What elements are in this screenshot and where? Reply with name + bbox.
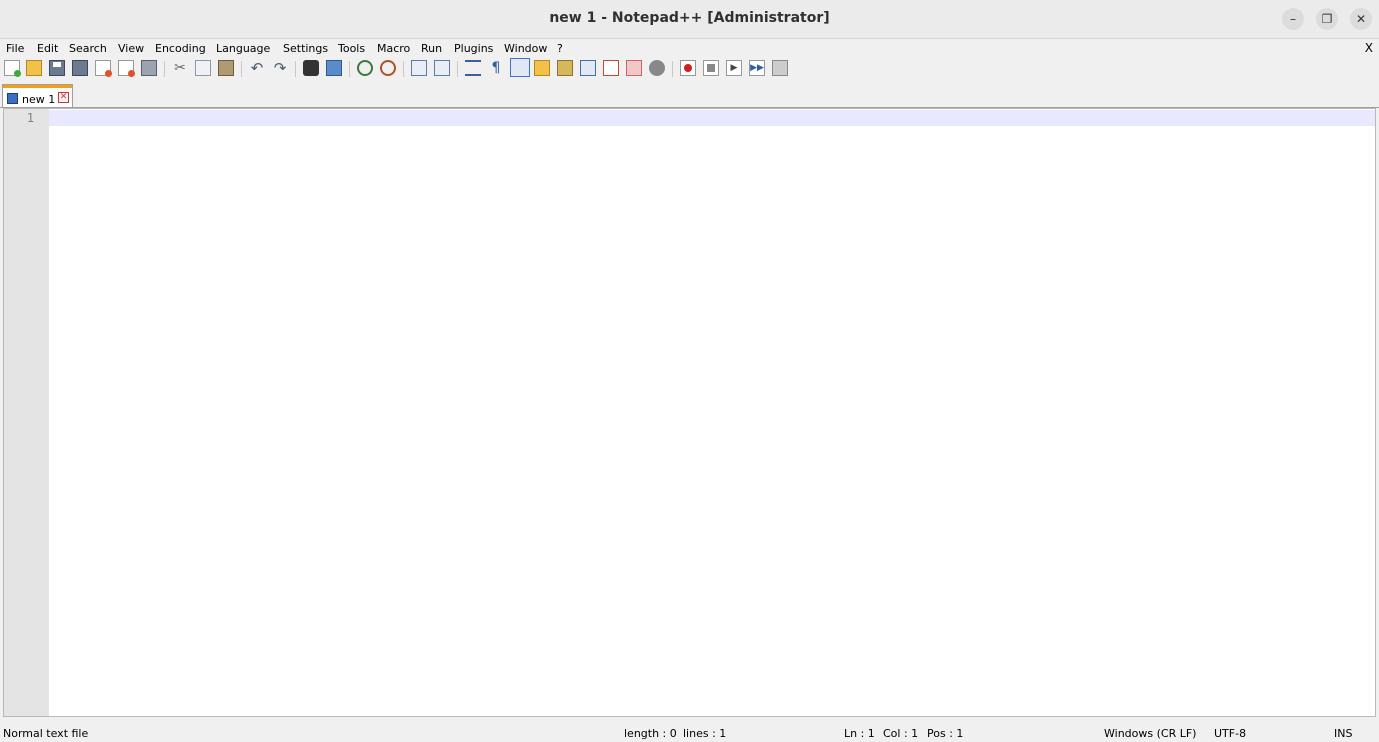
sync-vertical-icon[interactable] [411, 60, 427, 76]
menu-language[interactable]: Language [216, 42, 270, 55]
show-all-characters-icon[interactable]: ¶ [488, 60, 504, 76]
document-map-icon[interactable] [557, 60, 573, 76]
active-tab-indicator [3, 85, 72, 88]
tab-new-1[interactable]: new 1 ✕ [2, 84, 73, 107]
toolbar-separator [457, 61, 458, 77]
tab-close-icon[interactable]: ✕ [58, 92, 69, 103]
menu-window[interactable]: Window [504, 42, 547, 55]
toolbar-separator [241, 61, 242, 77]
tab-bar: new 1 ✕ [0, 80, 1379, 108]
status-pos: Pos : 1 [927, 727, 964, 740]
close-all-icon[interactable] [118, 60, 135, 77]
toolbar-separator [672, 61, 673, 77]
menu-plugins[interactable]: Plugins [454, 42, 493, 55]
play-macro-icon[interactable]: ▶ [726, 60, 742, 76]
menu-settings[interactable]: Settings [283, 42, 328, 55]
status-eol[interactable]: Windows (CR LF) [1104, 727, 1196, 740]
menu-encoding[interactable]: Encoding [155, 42, 206, 55]
function-list-icon[interactable] [580, 60, 596, 76]
menu-edit[interactable]: Edit [37, 42, 58, 55]
restore-button[interactable]: ❐ [1316, 8, 1338, 30]
print-icon[interactable] [141, 60, 157, 76]
toolbar-separator [164, 61, 165, 77]
minimize-button[interactable]: – [1282, 8, 1304, 30]
window-title: new 1 - Notepad++ [Administrator] [549, 10, 830, 26]
undo-icon[interactable]: ↶ [249, 60, 265, 76]
status-length: length : 0 [624, 727, 677, 740]
zoom-out-icon[interactable] [380, 60, 396, 76]
line-number-gutter: 1 [4, 109, 49, 716]
close-window-button[interactable]: ✕ [1350, 8, 1372, 30]
record-macro-icon[interactable] [680, 60, 696, 76]
status-file-type: Normal text file [3, 727, 89, 740]
redo-icon[interactable]: ↷ [272, 60, 288, 76]
menu-bar: File Edit Search View Encoding Language … [0, 39, 1379, 58]
status-lines: lines : 1 [683, 727, 727, 740]
status-ln: Ln : 1 [844, 727, 875, 740]
indent-guide-icon[interactable] [510, 58, 530, 77]
toolbar-separator [295, 61, 296, 77]
menu-file[interactable]: File [6, 42, 24, 55]
toolbar: ✂ ↶ ↷ ¶ ▶ ▶▶ [0, 58, 1379, 80]
menu-view[interactable]: View [118, 42, 144, 55]
zoom-in-icon[interactable] [357, 60, 373, 76]
status-bar: Normal text file length : 0 lines : 1 Ln… [0, 721, 1379, 742]
paste-icon[interactable] [218, 60, 234, 76]
menu-help[interactable]: ? [557, 42, 563, 55]
open-file-icon[interactable] [26, 60, 42, 76]
sync-horizontal-icon[interactable] [434, 60, 450, 76]
user-defined-language-icon[interactable] [534, 60, 550, 76]
menu-tools[interactable]: Tools [338, 42, 365, 55]
menu-macro[interactable]: Macro [377, 42, 410, 55]
find-icon[interactable] [303, 60, 319, 76]
cut-icon[interactable]: ✂ [172, 60, 188, 76]
save-all-icon[interactable] [72, 60, 88, 76]
copy-icon[interactable] [195, 60, 211, 76]
toolbar-separator [349, 61, 350, 77]
save-status-icon [7, 93, 18, 104]
monitoring-icon[interactable] [626, 60, 642, 76]
status-encoding[interactable]: UTF-8 [1214, 727, 1246, 740]
menu-run[interactable]: Run [421, 42, 442, 55]
editor-area[interactable]: 1 [3, 108, 1376, 717]
title-bar: new 1 - Notepad++ [Administrator] – ❐ ✕ [0, 0, 1379, 39]
replace-icon[interactable] [326, 60, 342, 76]
word-wrap-icon[interactable] [465, 60, 481, 76]
close-icon[interactable] [95, 60, 112, 77]
macro-icon[interactable] [649, 60, 665, 76]
close-document-button[interactable]: X [1365, 41, 1373, 55]
toolbar-separator [403, 61, 404, 77]
tab-label: new 1 [22, 93, 56, 106]
line-number: 1 [26, 111, 34, 125]
new-file-icon[interactable] [4, 60, 21, 77]
save-macro-icon[interactable] [772, 60, 788, 76]
save-icon[interactable] [49, 60, 65, 76]
menu-search[interactable]: Search [69, 42, 107, 55]
stop-recording-icon[interactable] [703, 60, 719, 76]
current-line-highlight [49, 110, 1375, 126]
run-macro-multiple-icon[interactable]: ▶▶ [749, 60, 765, 76]
status-col: Col : 1 [883, 727, 919, 740]
folder-as-workspace-icon[interactable] [603, 60, 619, 76]
status-insert-mode[interactable]: INS [1334, 727, 1352, 740]
